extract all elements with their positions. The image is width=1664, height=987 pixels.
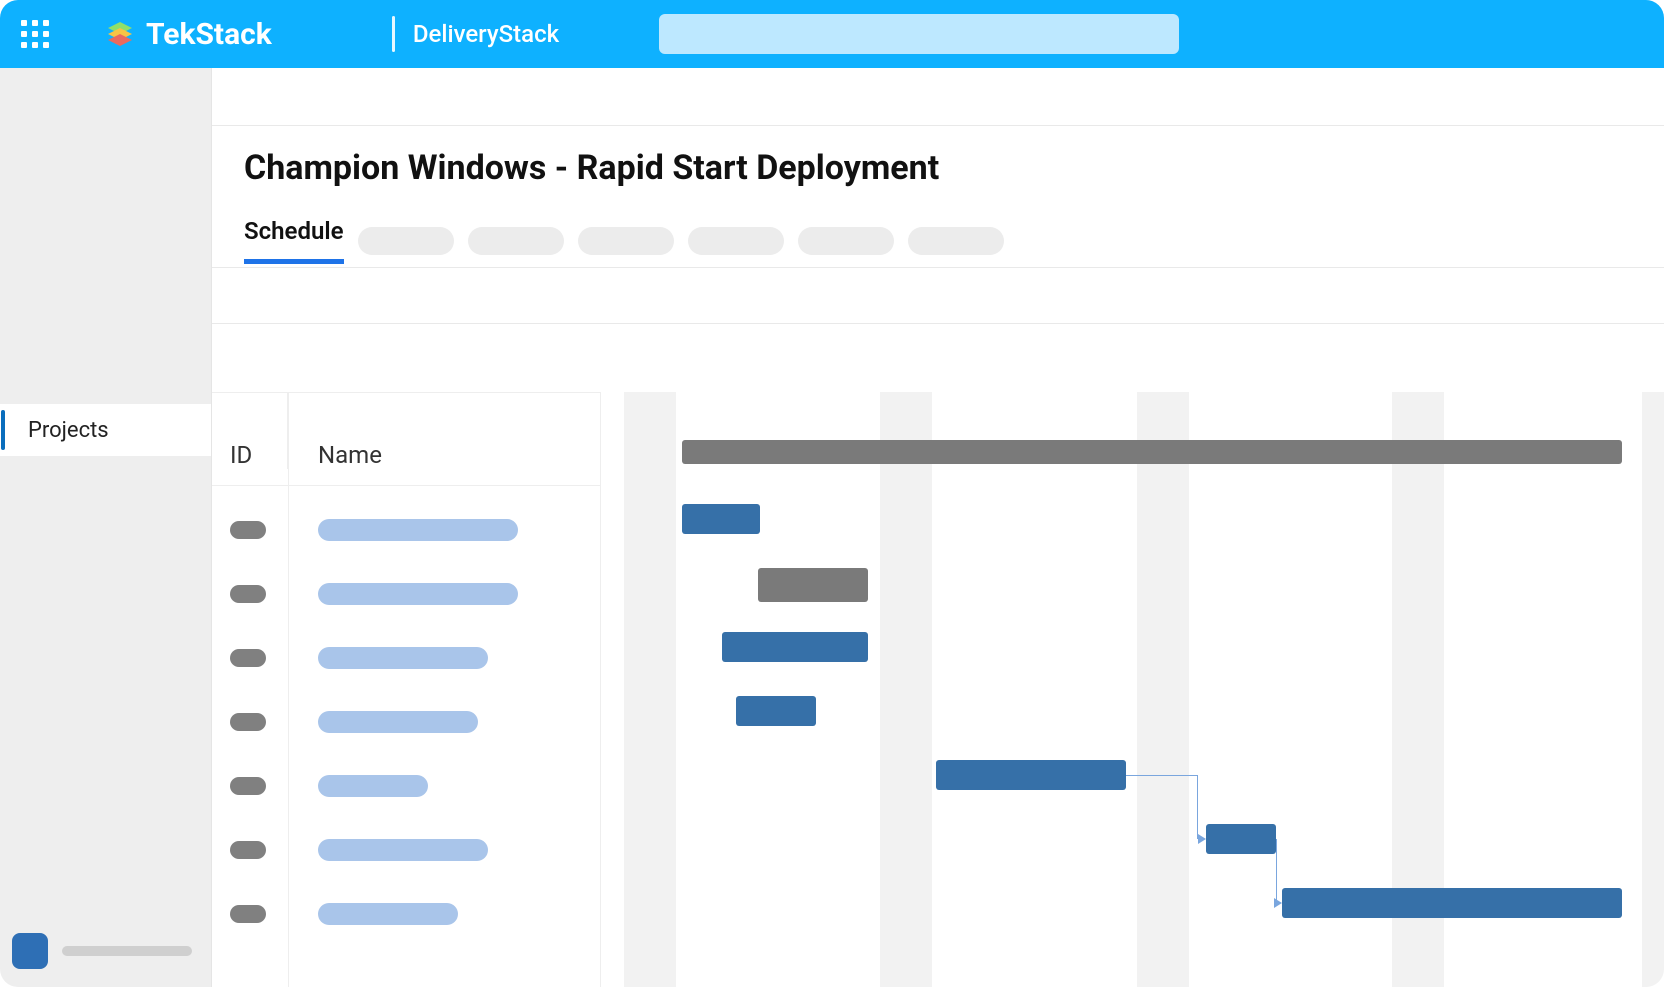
gantt-summary-bar[interactable] bbox=[682, 440, 1622, 464]
grid-split-divider[interactable] bbox=[600, 392, 601, 987]
name-placeholder bbox=[318, 775, 428, 797]
sidebar-footer-label-placeholder bbox=[62, 946, 192, 956]
id-placeholder bbox=[230, 585, 266, 603]
dependency-arrow-icon bbox=[1274, 898, 1282, 908]
page-title: Champion Windows - Rapid Start Deploymen… bbox=[212, 126, 1664, 188]
brand-name: TekStack bbox=[146, 17, 272, 52]
brand[interactable]: TekStack bbox=[104, 17, 272, 52]
name-placeholder bbox=[318, 519, 518, 541]
tab-schedule[interactable]: Schedule bbox=[244, 217, 344, 264]
sidebar: Projects bbox=[0, 68, 212, 987]
name-placeholder bbox=[318, 903, 458, 925]
name-placeholder bbox=[318, 647, 488, 669]
id-placeholder bbox=[230, 521, 266, 539]
id-placeholder bbox=[230, 649, 266, 667]
id-placeholder bbox=[230, 841, 266, 859]
table-row[interactable] bbox=[212, 562, 600, 626]
column-name-header[interactable]: Name bbox=[288, 441, 382, 469]
gantt-chart[interactable] bbox=[602, 392, 1664, 987]
brand-logo-icon bbox=[104, 18, 136, 50]
tab-placeholder[interactable] bbox=[688, 227, 784, 255]
sidebar-item-label: Projects bbox=[28, 418, 109, 443]
weekend-band bbox=[1137, 392, 1189, 987]
table-row[interactable] bbox=[212, 626, 600, 690]
toolbar-band bbox=[212, 268, 1664, 324]
main: Champion Windows - Rapid Start Deploymen… bbox=[212, 68, 1664, 987]
gantt-task-bar[interactable] bbox=[1282, 888, 1622, 918]
gantt-task-bar[interactable] bbox=[736, 696, 816, 726]
gantt-task-bar[interactable] bbox=[936, 760, 1126, 790]
table-row[interactable] bbox=[212, 818, 600, 882]
columns-header: ID Name bbox=[212, 392, 600, 486]
gantt-task-bar[interactable] bbox=[1206, 824, 1276, 854]
gantt-summary-bar[interactable] bbox=[758, 568, 868, 602]
dependency-arrow-icon bbox=[1198, 834, 1206, 844]
sidebar-footer-icon bbox=[12, 933, 48, 969]
tab-placeholder[interactable] bbox=[908, 227, 1004, 255]
name-placeholder bbox=[318, 711, 478, 733]
task-rows bbox=[212, 498, 600, 946]
id-placeholder bbox=[230, 905, 266, 923]
tab-placeholder[interactable] bbox=[358, 227, 454, 255]
table-row[interactable] bbox=[212, 754, 600, 818]
grid-area: ID Name bbox=[212, 368, 1664, 987]
name-placeholder bbox=[318, 839, 488, 861]
header-spacer bbox=[212, 68, 1664, 126]
tab-placeholder[interactable] bbox=[798, 227, 894, 255]
tab-placeholder[interactable] bbox=[578, 227, 674, 255]
name-placeholder bbox=[318, 583, 518, 605]
weekend-band bbox=[624, 392, 676, 987]
dependency-link bbox=[1276, 839, 1277, 903]
sidebar-item-projects[interactable]: Projects bbox=[0, 404, 211, 456]
sidebar-footer[interactable] bbox=[12, 933, 192, 969]
id-placeholder bbox=[230, 713, 266, 731]
app-name[interactable]: DeliveryStack bbox=[413, 20, 559, 48]
divider bbox=[392, 16, 395, 52]
weekend-band bbox=[880, 392, 932, 987]
gantt-task-bar[interactable] bbox=[682, 504, 760, 534]
table-row[interactable] bbox=[212, 882, 600, 946]
table-row[interactable] bbox=[212, 498, 600, 562]
table-row[interactable] bbox=[212, 690, 600, 754]
apps-grid-icon[interactable] bbox=[20, 19, 50, 49]
id-placeholder bbox=[230, 777, 266, 795]
top-bar: TekStack DeliveryStack bbox=[0, 0, 1664, 68]
gantt-task-bar[interactable] bbox=[722, 632, 868, 662]
tabs: Schedule bbox=[212, 188, 1664, 268]
weekend-band bbox=[1642, 392, 1664, 987]
search-input[interactable] bbox=[659, 14, 1179, 54]
column-id-header[interactable]: ID bbox=[212, 393, 288, 469]
dependency-link bbox=[1126, 775, 1198, 839]
tab-placeholder[interactable] bbox=[468, 227, 564, 255]
